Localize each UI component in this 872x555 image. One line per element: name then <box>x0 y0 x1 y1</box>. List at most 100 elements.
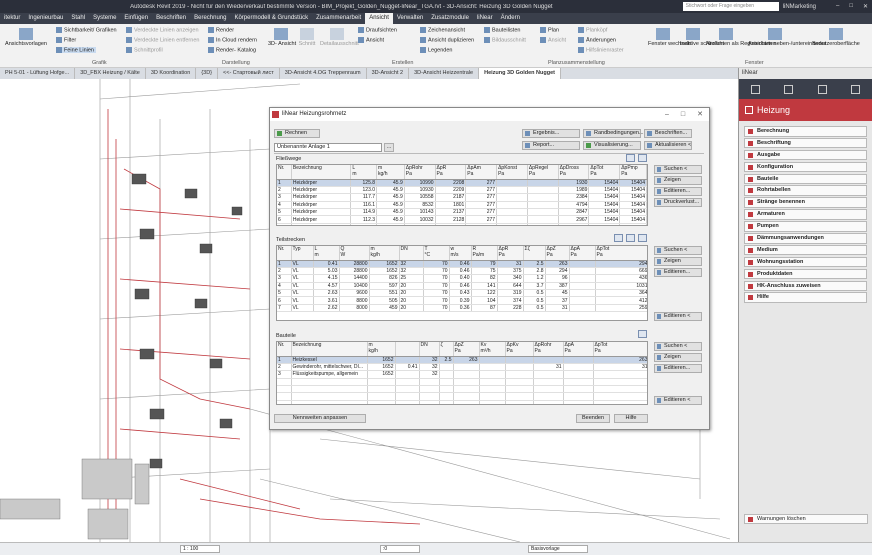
elevation-button[interactable]: Ansicht <box>358 37 384 43</box>
ribbon-tab[interactable]: Einfügen <box>120 13 152 24</box>
components-edit-button[interactable]: Editieren... <box>654 364 702 373</box>
tile-views-button[interactable]: Ansichten neben-/untereinander <box>748 28 826 47</box>
user-name[interactable]: liNMarketing <box>783 4 816 10</box>
refresh-button[interactable]: Aktualisieren < <box>644 141 692 150</box>
view-tab-active[interactable]: Heizung 3D Golden Nugget <box>479 68 561 79</box>
help-button[interactable]: Hilfe <box>614 414 648 423</box>
view-templates-button[interactable]: Ansichtsvorlagen <box>4 28 48 47</box>
report-button[interactable]: Report... <box>522 141 580 150</box>
table-row[interactable]: 1 VL 0.41 28800 1652 32 70 0.46 79 31 2.5 263 294 <box>277 260 647 268</box>
view-tab[interactable]: {3D} <box>196 68 219 79</box>
switch-windows-button[interactable]: Fenster wechseln <box>648 28 691 47</box>
sheet-button[interactable]: Plan <box>540 27 559 33</box>
table-row[interactable]: 6 VL 3.61 8800 505 20 70 0.39 104 374 0.5 37 412 <box>277 296 647 305</box>
close-icon[interactable]: ✕ <box>863 3 868 10</box>
side-item-berechnung[interactable]: Berechnung <box>744 126 867 137</box>
adjust-diameters-button[interactable]: Nennweiten anpassen <box>274 414 366 423</box>
thin-lines-button[interactable]: Feine Linien <box>56 47 96 54</box>
table-settings-icon[interactable] <box>638 154 647 162</box>
side-item-produktdaten[interactable]: Produktdaten <box>744 268 867 280</box>
annotate-button[interactable]: Beschriften... <box>644 129 692 138</box>
title-block-button[interactable]: Planköpf <box>578 27 607 33</box>
table-row[interactable]: 6 Heizkörper 112.3 45.9 10032 2128 277 2967 1540… <box>277 215 647 224</box>
ribbon-tab[interactable]: Ingenieurbau <box>24 13 67 24</box>
side-item-hilfe[interactable]: Hilfe <box>744 292 867 303</box>
duplicate-view-button[interactable]: Ansicht duplizieren <box>420 37 474 43</box>
ribbon-tab[interactable]: Verwalten <box>393 13 427 24</box>
side-item-daemmung[interactable]: Dämmungsanwendungen <box>744 233 867 244</box>
ribbon-tab[interactable]: Berechnung <box>190 13 230 24</box>
3d-view-button[interactable]: 3D- Ansicht <box>268 28 296 47</box>
pressure-loss-button[interactable]: Druckverlust... <box>654 198 702 207</box>
view-tab[interactable]: 3D Koordination <box>146 68 197 79</box>
guide-grid-button[interactable]: Hilfslinienraster <box>578 47 624 53</box>
ribbon-tab[interactable]: Ändern <box>497 13 524 24</box>
table-row[interactable]: 2 Gewinderohr, mittelschwer, DI... 1652 0.4… <box>277 363 647 372</box>
segments-table[interactable]: Nr. Typ L mQ Wm kg/h DN T °C w m/s R Pa/m ΔpR P… <box>276 245 648 321</box>
components-show-button[interactable]: Zeigen <box>654 353 702 362</box>
pencil-icon[interactable] <box>784 84 794 94</box>
cut-profile-button[interactable]: Schnittprofil <box>126 47 163 53</box>
dialog-maximize-icon[interactable]: □ <box>681 108 685 121</box>
side-item-pumpen[interactable]: Pumpen <box>744 221 867 232</box>
heating-icon[interactable] <box>751 84 761 94</box>
visualization-button[interactable]: Visualisierung... <box>583 141 641 150</box>
system-browse-button[interactable]: ... <box>384 143 394 152</box>
ribbon-tab[interactable]: Beschriften <box>152 13 190 24</box>
side-item-hk-anschluss[interactable]: HK-Anschluss zuweisen <box>744 280 867 292</box>
side-item-bauteile[interactable]: Bauteile <box>744 173 867 185</box>
flow-show-button[interactable]: Zeigen <box>654 176 702 185</box>
callout-button[interactable]: Detailausschnitt <box>320 28 359 47</box>
view-tab[interactable]: 3D-Ansicht 4.OG Treppenraum <box>280 68 367 79</box>
flow-paths-table[interactable]: Nr. Bezeichnung L mm kg/h ΔpRohr Pa ΔpR Pa Δp… <box>276 164 648 226</box>
plan-views-button[interactable]: Draufsichten <box>358 27 397 33</box>
sort-icon[interactable] <box>626 154 635 162</box>
ribbon-tab[interactable]: Zusatzmodule <box>427 13 473 24</box>
flow-search-button[interactable]: Suchen < <box>654 165 702 174</box>
calculate-button[interactable]: Rechnen <box>274 129 320 138</box>
schedules-button[interactable]: Bauteilisten <box>484 27 520 33</box>
filter-segments-icon[interactable] <box>626 234 635 242</box>
table-settings-icon[interactable] <box>638 234 647 242</box>
table-row[interactable]: 1 Heizkessel 1652 32 2.5 263 263 <box>277 356 647 364</box>
scope-box-button[interactable]: Bildausschnitt <box>484 37 526 43</box>
table-row[interactable]: 3 Heizkörper 117.7 45.9 10558 2187 277 2384 1540… <box>277 193 647 202</box>
view-scale-field[interactable]: 1 : 100 <box>180 545 220 553</box>
radiator-icon[interactable] <box>817 84 827 94</box>
remove-hidden-lines-button[interactable]: Verdeckte Linien entfernen <box>126 37 199 43</box>
table-row[interactable]: 4 VL 4.57 10400 597 20 70 0.46 141 644 3.7 387 1031 <box>277 282 647 291</box>
drafting-view-button[interactable]: Zeichenansicht <box>420 27 465 33</box>
show-hidden-lines-button[interactable]: Verdeckte Linien anzeigen <box>126 27 199 33</box>
place-view-button[interactable]: Ansicht <box>540 37 566 43</box>
view-tab[interactable]: 3D_FBX Heizung / Kälte <box>75 68 146 79</box>
ribbon-tab[interactable]: itektur <box>0 13 24 24</box>
side-item-armaturen[interactable]: Armaturen <box>744 209 867 220</box>
side-item-wohnungsstation[interactable]: Wohnungsstation <box>744 256 867 268</box>
view-tab[interactable]: <<- Стартовый лист <box>218 68 280 79</box>
side-item-ausgabe[interactable]: Ausgabe <box>744 149 867 161</box>
side-item-konfiguration[interactable]: Konfiguration <box>744 161 867 173</box>
finish-button[interactable]: Beenden <box>576 414 610 423</box>
view-tab[interactable]: 3D-Ansicht 2 <box>367 68 410 79</box>
clear-warnings-button[interactable]: Warnungen löschen <box>744 514 868 524</box>
table-row[interactable]: 5 VL 2.63 9600 551 20 70 0.43 122 319 0.5 45 364 <box>277 289 647 298</box>
minimize-icon[interactable]: – <box>836 3 839 10</box>
ribbon-tab[interactable]: Körpermodell & Grundstück <box>230 13 312 24</box>
boundary-conditions-button[interactable]: Randbedingungen... <box>583 129 644 138</box>
revisions-button[interactable]: Änderungen <box>578 37 616 43</box>
section-button[interactable]: Schnitt <box>296 28 318 47</box>
table-row[interactable]: 1 Heizkörper 125.8 45.9 10990 2208 277 1930 1540… <box>277 179 647 187</box>
side-item-rohrtabellen[interactable]: Rohrtabellen <box>744 185 867 196</box>
segments-show-button[interactable]: Zeigen <box>654 257 702 266</box>
ribbon-tab[interactable]: Systeme <box>89 13 120 24</box>
grid-icon[interactable] <box>850 84 860 94</box>
visibility-graphics-button[interactable]: Sichtbarkeit/ Grafiken <box>56 27 117 33</box>
ribbon-tab-active[interactable]: Ansicht <box>365 13 393 24</box>
render-button[interactable]: Render <box>208 27 234 33</box>
close-inactive-button[interactable]: Inaktive schließen <box>680 28 724 47</box>
table-row[interactable]: 2 Heizkörper 123.0 45.9 10930 2209 277 1989 1540… <box>277 186 647 195</box>
table-row[interactable]: 4 Heizkörper 116.1 45.9 8532 1801 277 4794 15404… <box>277 201 647 210</box>
side-item-straenge[interactable]: Stränge benennen <box>744 197 867 208</box>
cloud-render-button[interactable]: In Cloud rendern <box>208 37 257 43</box>
table-row[interactable]: 3 VL 4.15 14400 826 25 70 0.40 82 340 1.2 96 436 <box>277 274 647 283</box>
